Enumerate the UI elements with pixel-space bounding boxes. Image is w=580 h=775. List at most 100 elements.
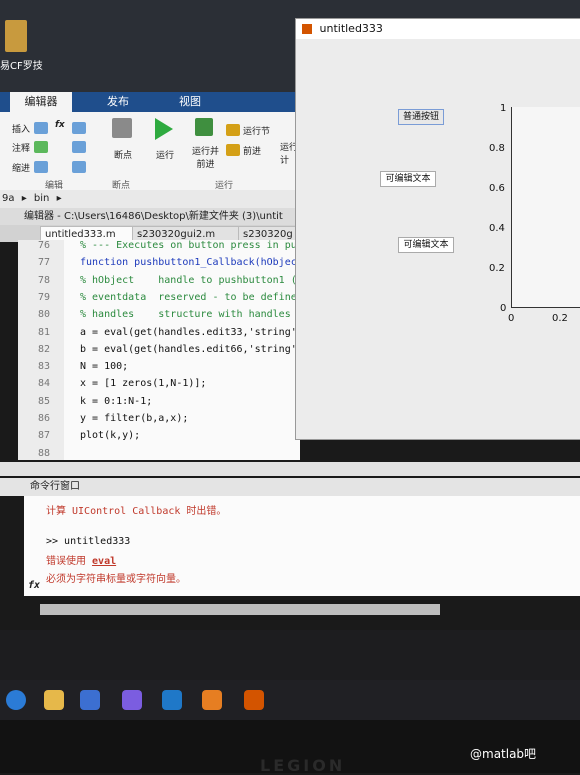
- run-advance-button[interactable]: 运行并 前进: [192, 144, 219, 170]
- current-folder-bar[interactable]: 9a ▸ bin ▸: [0, 190, 300, 208]
- laptop-brand: LEGION: [260, 756, 346, 775]
- tab-publish[interactable]: 发布: [92, 92, 144, 112]
- run-icon[interactable]: [155, 118, 173, 140]
- format-icon[interactable]: [72, 122, 86, 134]
- y-tick-label: 0.6: [489, 183, 505, 194]
- axes[interactable]: [511, 107, 580, 308]
- error-line-2: 错误使用 eval: [46, 552, 116, 567]
- x-tick-label: 0.2: [552, 313, 568, 324]
- edit-text-2[interactable]: 可编辑文本: [398, 237, 454, 253]
- breakpoint-button[interactable]: 断点: [114, 148, 132, 161]
- figure-title-bar[interactable]: untitled333: [296, 19, 580, 39]
- eval-link[interactable]: eval: [92, 556, 116, 567]
- line-number: 83: [37, 361, 50, 373]
- code-line[interactable]: plot(k,y);: [80, 430, 140, 441]
- screen-bezel: [0, 630, 580, 680]
- chevron-right-icon: ▸: [21, 193, 27, 204]
- tab-label: s230320gui2.m: [137, 229, 216, 240]
- y-tick-label: 0.8: [489, 143, 505, 154]
- line-number: 86: [37, 413, 50, 424]
- line-number: 76: [37, 240, 50, 251]
- run-button[interactable]: 运行: [156, 148, 174, 161]
- copilot-icon[interactable]: [122, 690, 142, 710]
- code-line[interactable]: % hObject handle to pushbutton1 (: [80, 275, 297, 286]
- path-crumb[interactable]: bin: [34, 193, 49, 204]
- app-icon[interactable]: [202, 690, 222, 710]
- matlab-icon[interactable]: [244, 690, 264, 710]
- command-window-scrollbar[interactable]: [40, 604, 440, 615]
- chevron-right-icon: ▸: [56, 193, 62, 204]
- error-line-3: 必须为字符串标量或字符向量。: [46, 574, 186, 585]
- path-prefix[interactable]: 9a: [2, 193, 15, 204]
- line-number: 88: [37, 447, 50, 459]
- file-explorer-icon[interactable]: [44, 690, 64, 710]
- line-number: 84: [37, 378, 50, 390]
- command-window[interactable]: 计算 UIControl Callback 时出错。 >> untitled33…: [24, 496, 580, 596]
- wrap-icon[interactable]: [72, 141, 86, 153]
- comment-icon[interactable]: [34, 141, 48, 153]
- code-line[interactable]: function pushbutton1_Callback(hObjec: [80, 257, 297, 268]
- line-number: 80: [37, 309, 50, 321]
- ribbon-tab-bar: 编辑器 发布 视图: [0, 92, 300, 112]
- code-line[interactable]: b = eval(get(handles.edit66,'string': [80, 344, 297, 355]
- ribbon-toolbar: 插入 fx 注释 缩进 断点 运行 运行并 前进 运行节 前进 运行 计 编辑 …: [0, 112, 300, 191]
- editor-horizontal-scrollbar[interactable]: [0, 462, 580, 476]
- edit-text-1[interactable]: 可编辑文本: [380, 171, 436, 187]
- x-tick-label: 0: [508, 313, 515, 324]
- tab-label: untitled333.m: [45, 229, 116, 240]
- edge-icon[interactable]: [6, 690, 26, 710]
- store-icon[interactable]: [80, 690, 100, 710]
- watermark: @matlab吧: [470, 747, 537, 761]
- advance-button[interactable]: 前进: [243, 144, 261, 157]
- line-number: 77: [37, 257, 50, 269]
- push-button[interactable]: 普通按钮: [398, 109, 444, 125]
- editor-header: 编辑器 - C:\Users\16486\Desktop\新建文件夹 (3)\u…: [0, 208, 300, 225]
- figure-title: untitled333: [319, 22, 383, 35]
- folder-icon[interactable]: [5, 20, 27, 52]
- y-tick-label: 0.2: [489, 263, 505, 274]
- run-advance-icon[interactable]: [195, 118, 213, 136]
- line-number: 85: [37, 395, 50, 407]
- code-line[interactable]: N = 100;: [80, 361, 128, 372]
- indent-button[interactable]: 缩进: [12, 161, 30, 174]
- smart-indent-icon[interactable]: [72, 161, 86, 173]
- code-line[interactable]: a = eval(get(handles.edit33,'string': [80, 327, 297, 338]
- line-number: 87: [37, 430, 50, 442]
- mail-icon[interactable]: [162, 690, 182, 710]
- command-prompt-line: >> untitled333: [46, 536, 131, 547]
- command-window-header: 命令行窗口: [0, 478, 580, 496]
- line-number: 81: [37, 326, 50, 338]
- advance-icon[interactable]: [226, 144, 240, 156]
- tab-label: s230320g: [243, 229, 293, 240]
- tab-editor[interactable]: 编辑器: [10, 92, 72, 112]
- error-prefix: 错误使用: [46, 556, 93, 567]
- line-number: 79: [37, 291, 50, 303]
- line-number: 82: [37, 343, 50, 355]
- fx-icon[interactable]: fx: [55, 120, 65, 130]
- insert-button[interactable]: 插入: [12, 122, 30, 135]
- run-section-icon[interactable]: [226, 124, 240, 136]
- y-tick-label: 0: [500, 303, 507, 314]
- tab-view[interactable]: 视图: [162, 92, 218, 112]
- figure-window[interactable]: untitled333 普通按钮 可编辑文本 可编辑文本 1 0.8 0.6 0.4 0…: [295, 18, 580, 440]
- run-section-button[interactable]: 运行节: [243, 124, 270, 137]
- error-line-1: 计算 UIControl Callback 时出错。: [46, 506, 227, 517]
- y-tick-label: 1: [500, 103, 507, 114]
- indent-icon[interactable]: [34, 161, 48, 173]
- code-line[interactable]: % --- Executes on button press in pu: [80, 240, 297, 251]
- line-number: 78: [37, 274, 50, 286]
- matlab-icon: [302, 24, 312, 34]
- comment-button[interactable]: 注释: [12, 141, 30, 154]
- desktop-icon-label: 易CF罗技: [0, 61, 43, 72]
- code-line[interactable]: k = 0:1:N-1;: [80, 396, 152, 407]
- code-line[interactable]: x = [1 zeros(1,N-1)];: [80, 378, 206, 389]
- code-line[interactable]: y = filter(b,a,x);: [80, 413, 188, 424]
- insert-icon[interactable]: [34, 122, 48, 134]
- code-line[interactable]: % eventdata reserved - to be define: [80, 292, 297, 303]
- fx-icon: fx: [28, 580, 41, 591]
- y-tick-label: 0.4: [489, 223, 505, 234]
- editor-title: 编辑器 - C:\Users\16486\Desktop\新建文件夹 (3)\u…: [24, 211, 283, 222]
- code-line[interactable]: % handles structure with handles: [80, 309, 291, 320]
- breakpoint-icon[interactable]: [112, 118, 132, 138]
- command-window-title: 命令行窗口: [30, 481, 80, 492]
